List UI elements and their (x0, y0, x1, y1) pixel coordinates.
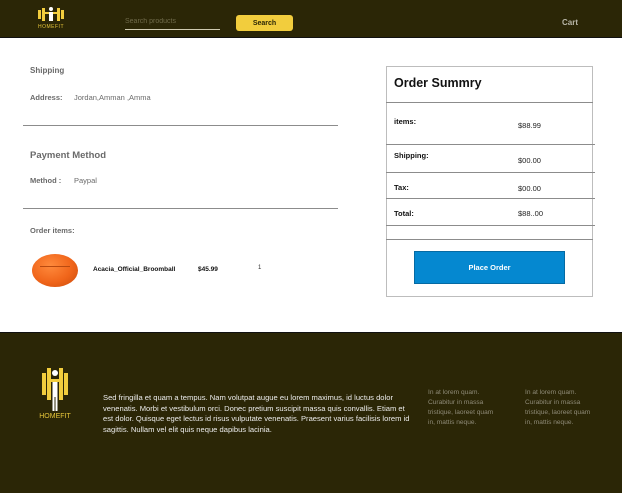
search-button[interactable]: Search (236, 15, 293, 31)
summary-items-label: items: (394, 117, 417, 126)
method-label: Method : (30, 176, 62, 185)
order-items-heading: Order items: (30, 226, 75, 235)
product-quantity: 1 (258, 265, 262, 271)
dumbbell-figure-icon (38, 7, 64, 21)
cart-link[interactable]: Cart (562, 18, 578, 27)
footer-brand-name: HOMEFIT (39, 413, 71, 420)
top-nav: HOMEFIT Search Cart (0, 0, 622, 38)
dumbbell-figure-icon (42, 368, 68, 411)
footer-column-2: In at lorem quam. Curabitur in massa tri… (525, 389, 591, 426)
summary-items-value: $88.99 (518, 121, 541, 130)
summary-total-label: Total: (394, 209, 414, 218)
payment-heading: Payment Method (30, 150, 107, 161)
product-image[interactable] (32, 254, 78, 287)
method-value: Paypal (74, 176, 97, 185)
divider (386, 172, 595, 173)
summary-shipping-label: Shipping: (394, 151, 429, 160)
divider (23, 125, 338, 126)
divider (386, 144, 595, 145)
divider (386, 239, 593, 240)
summary-total-value: $88..00 (518, 209, 544, 218)
divider (386, 102, 593, 103)
summary-tax-value: $00.00 (518, 184, 541, 193)
place-order-button[interactable]: Place Order (414, 251, 565, 284)
product-name[interactable]: Acacia_Official_Broomball (93, 266, 175, 273)
product-price: $45.99 (198, 266, 218, 273)
footer-column-1: In at lorem quam. Curabitur in massa tri… (428, 389, 494, 426)
divider (23, 208, 338, 209)
divider (386, 198, 595, 199)
brand-name: HOMEFIT (38, 24, 64, 30)
divider (386, 225, 595, 226)
homefit-logo-icon[interactable]: HOMEFIT (36, 5, 66, 33)
footer-description: Sed fringilla et quam a tempus. Nam volu… (103, 393, 410, 434)
summary-tax-label: Tax: (394, 183, 409, 192)
shipping-heading: Shipping (30, 66, 65, 75)
summary-shipping-value: $00.00 (518, 156, 541, 165)
address-value: Jordan,Amman ,Amma (74, 93, 151, 102)
homefit-logo-icon[interactable]: HOMEFIT (39, 365, 71, 423)
address-label: Address: (30, 93, 63, 102)
order-summary-title: Order Summry (394, 76, 482, 90)
search-input[interactable] (125, 13, 220, 30)
